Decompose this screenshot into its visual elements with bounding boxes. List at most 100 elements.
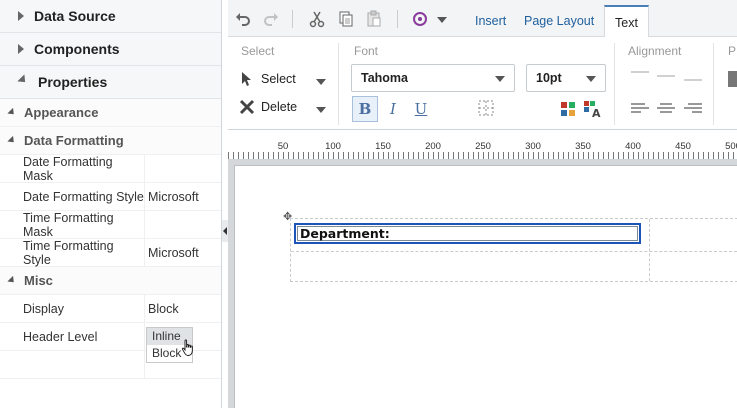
align-middle-icon[interactable] xyxy=(657,75,675,87)
tab-insert[interactable]: Insert xyxy=(475,14,506,28)
ruler-mark: 450 xyxy=(675,141,691,152)
copy-icon[interactable] xyxy=(337,10,355,28)
ribbon: Select Select Delete Font Tahoma 10pt B … xyxy=(228,37,737,130)
accordion-data-source[interactable]: Data Source xyxy=(0,0,221,33)
ruler-mark: 200 xyxy=(425,141,441,152)
section-misc[interactable]: Misc xyxy=(0,267,221,295)
background-color-icon[interactable] xyxy=(559,100,577,118)
ruler-mark: 300 xyxy=(525,141,541,152)
redo-icon[interactable] xyxy=(262,10,280,28)
accordion-label: Properties xyxy=(38,74,108,90)
tab-page-layout[interactable]: Page Layout xyxy=(524,14,594,28)
ruler-mark: 250 xyxy=(475,141,491,152)
ruler-ticks xyxy=(228,152,737,159)
ruler-mark: 350 xyxy=(575,141,591,152)
delete-button-label: Delete xyxy=(261,100,298,114)
property-key: Display xyxy=(0,295,145,322)
arrow-pointer-icon xyxy=(242,72,251,86)
font-family-value: Tahoma xyxy=(361,71,408,85)
property-value[interactable]: Microsoft xyxy=(145,190,199,204)
align-right-icon[interactable] xyxy=(684,103,702,115)
chevron-down-icon[interactable] xyxy=(316,79,326,85)
chevron-down-icon[interactable] xyxy=(316,107,326,113)
property-value[interactable]: Microsoft xyxy=(145,246,199,260)
select-button[interactable]: Select xyxy=(239,71,296,87)
section-label: Appearance xyxy=(24,105,99,120)
ruler-mark: 100 xyxy=(325,141,341,152)
department-cell[interactable]: Department: xyxy=(294,223,641,244)
section-appearance[interactable]: Appearance xyxy=(0,99,221,127)
accordion-components[interactable]: Components xyxy=(0,33,221,66)
accordion-label: Components xyxy=(34,41,120,57)
grid-line xyxy=(649,219,650,281)
collapse-triangle-icon xyxy=(7,107,17,118)
property-row-display: Display Block xyxy=(0,295,221,323)
ribbon-separator xyxy=(614,43,615,125)
svg-text:A: A xyxy=(592,107,601,118)
property-key: Date Formatting Mask xyxy=(0,155,145,183)
font-family-select[interactable]: Tahoma xyxy=(351,64,515,92)
chevron-down-icon xyxy=(586,76,596,82)
ruler-mark: 500 xyxy=(725,141,737,152)
italic-button[interactable]: I xyxy=(380,96,406,122)
chevron-down-icon xyxy=(495,76,505,82)
align-top-icon[interactable] xyxy=(631,71,649,83)
property-row-time-formatting-style: Time Formatting Style Microsoft xyxy=(0,239,221,267)
ruler-mark: 400 xyxy=(625,141,641,152)
expand-triangle-icon xyxy=(18,44,24,54)
property-key: Header Level xyxy=(0,323,145,350)
layout-page[interactable]: ✥ Department: xyxy=(234,165,737,408)
align-bottom-icon[interactable] xyxy=(684,79,702,91)
top-toolbar: Insert Page Layout Text xyxy=(228,0,737,38)
select-button-label: Select xyxy=(261,72,296,86)
section-label: Data Formatting xyxy=(24,133,124,148)
section-label: Misc xyxy=(24,273,53,288)
property-row-time-formatting-mask: Time Formatting Mask xyxy=(0,211,221,239)
delete-x-icon xyxy=(239,99,255,115)
group-label-select: Select xyxy=(241,44,275,58)
undo-icon[interactable] xyxy=(234,10,252,28)
ribbon-separator xyxy=(338,43,339,125)
hand-pointer-cursor-icon xyxy=(181,339,193,356)
cut-icon[interactable] xyxy=(308,10,326,28)
accordion-label: Data Source xyxy=(34,8,116,24)
ribbon-separator xyxy=(713,43,714,125)
collapse-triangle-icon xyxy=(17,74,29,86)
property-row-date-formatting-mask: Date Formatting Mask xyxy=(0,155,221,183)
layout-grid[interactable]: Department: xyxy=(290,218,737,282)
delete-button[interactable]: Delete xyxy=(239,99,297,115)
collapse-triangle-icon xyxy=(7,135,17,146)
group-label-partial: P xyxy=(728,44,737,58)
property-key: Time Formatting Style xyxy=(0,239,145,267)
borders-icon[interactable] xyxy=(476,98,496,118)
ruler-mark: 150 xyxy=(375,141,391,152)
tab-text[interactable]: Text xyxy=(604,5,649,38)
align-center-icon[interactable] xyxy=(657,103,675,115)
property-value[interactable]: Block xyxy=(145,302,179,316)
grid-line xyxy=(291,251,737,252)
property-row-date-formatting-style: Date Formatting Style Microsoft xyxy=(0,183,221,211)
bold-button[interactable]: B xyxy=(352,96,378,122)
expand-triangle-icon xyxy=(18,11,24,21)
text-color-icon[interactable]: A xyxy=(583,100,601,118)
horizontal-ruler: 50 100 150 200 250 300 350 400 450 500 xyxy=(228,130,737,160)
paste-icon[interactable] xyxy=(365,10,383,28)
ruler-mark: 50 xyxy=(277,141,289,152)
underline-button[interactable]: U xyxy=(408,96,434,122)
collapse-triangle-icon xyxy=(7,275,17,286)
format-painter-icon[interactable] xyxy=(411,10,429,28)
property-key xyxy=(0,351,145,378)
align-left-icon[interactable] xyxy=(631,103,649,115)
accordion-properties[interactable]: Properties xyxy=(0,66,221,99)
paragraph-icon[interactable] xyxy=(728,71,737,87)
group-label-font: Font xyxy=(354,44,379,58)
toolbar-separator xyxy=(292,10,293,28)
design-canvas: ✥ Department: xyxy=(228,160,737,408)
property-key: Time Formatting Mask xyxy=(0,211,145,239)
group-label-alignment: Alignment xyxy=(628,44,682,58)
chevron-down-icon[interactable] xyxy=(437,17,447,23)
font-size-select[interactable]: 10pt xyxy=(526,64,606,92)
font-size-value: 10pt xyxy=(536,71,562,85)
toolbar-separator xyxy=(397,10,398,28)
section-data-formatting[interactable]: Data Formatting xyxy=(0,127,221,155)
